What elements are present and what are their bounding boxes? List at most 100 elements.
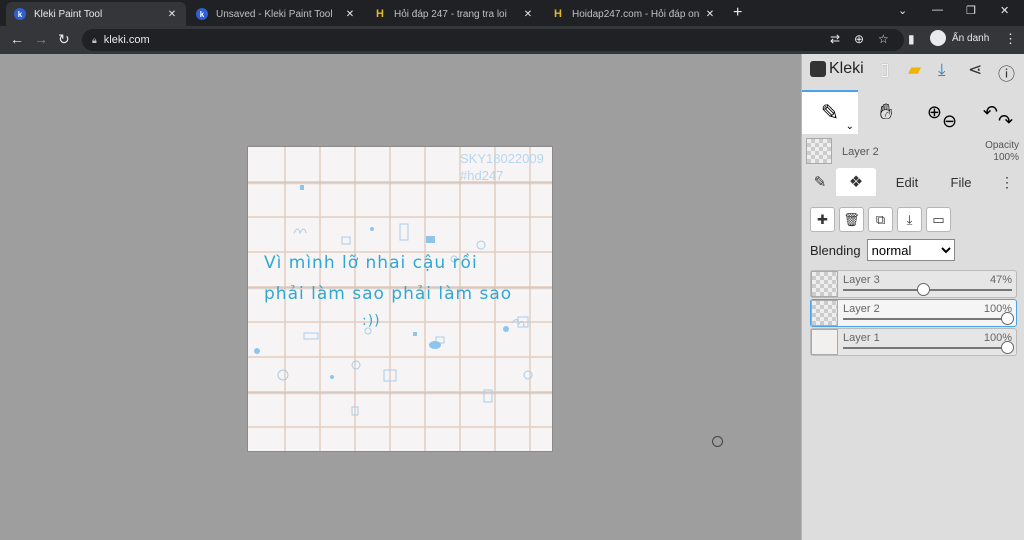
merge-down-icon: ⤓ [906,211,913,227]
tool-row: ✎ ⌄ ✋︎ ⊕ ⊖ ↶ ↷ [802,90,1024,134]
tab-unsaved-kleki[interactable]: k Unsaved - Kleki Paint Tool ✕ [188,2,364,26]
layer-thumbnail [811,271,838,297]
opacity-slider-knob[interactable] [1001,341,1014,354]
url-text: kleki.com [103,34,150,46]
doodle-fill [429,341,441,349]
back-icon[interactable]: ← [10,31,24,47]
opacity-slider-track[interactable] [843,347,1012,349]
tab-title: Hoidap247.com - Hỏi đáp online [572,8,700,20]
reload-icon[interactable]: ↻ [58,31,70,48]
merge-down-button[interactable]: ⤓ [897,207,922,232]
tab-title: Hỏi đáp 247 - trang tra loi [394,8,507,20]
new-file-icon[interactable]: ▯ [880,60,889,80]
canvas-area[interactable]: SKY18022009 #hd247 Vì mình lỡ nhai cậu r… [0,54,801,540]
tab-kleki[interactable]: k Kleki Paint Tool ✕ [6,2,186,26]
plus-icon: ✚ [817,211,828,227]
tab-file[interactable]: File [938,168,984,196]
zoom-out-icon[interactable]: ⊖ [942,111,957,132]
zoom-icon[interactable]: ⊕ [854,32,864,46]
hand-tool-button[interactable]: ✋︎ [858,90,914,134]
hoidap-favicon-icon: H [554,8,562,20]
close-tab-icon[interactable]: ✕ [344,9,356,20]
duplicate-layer-button[interactable]: ⧉ [868,207,893,232]
duplicate-icon: ⧉ [875,211,886,227]
browser-toolbar: ← → ↻ 🔒︎ kleki.com ⇄ ⊕ ☆ ▮ Ẩn danh ⋮ [0,26,1024,54]
tab-brush[interactable]: ✎ [806,168,834,196]
address-bar[interactable]: 🔒︎ kleki.com [82,29,904,51]
kleki-logo-icon [810,61,826,77]
profile-label: Ẩn danh [952,32,990,44]
layers-icon: ❖ [848,174,864,191]
help-icon[interactable]: ⓘ [998,60,1015,85]
lock-icon: 🔒︎ [92,34,97,45]
side-panel-icon[interactable]: ▮ [908,32,915,46]
tab-edit[interactable]: Edit [884,168,930,196]
rename-layer-button[interactable]: ▭ [926,207,951,232]
tab-hoidap-247[interactable]: H Hỏi đáp 247 - trang tra loi ✕ [366,2,542,26]
more-menu-icon[interactable]: ⋮ [998,168,1016,196]
close-tab-icon[interactable]: ✕ [522,9,534,20]
tab-title: Unsaved - Kleki Paint Tool [216,8,333,20]
layer-thumbnail [811,329,838,355]
browser-chrome: k Kleki Paint Tool ✕ k Unsaved - Kleki P… [0,0,1024,54]
kleki-logo: Kleki [810,60,864,78]
layer-opacity: 47% [989,274,1012,286]
bookmark-star-icon[interactable]: ☆ [878,32,889,46]
close-window-icon[interactable]: ✕ [1000,4,1009,17]
doodle-circle [277,369,289,381]
opacity-slider-knob[interactable] [1001,312,1014,325]
opacity-label: Opacity [985,140,1019,151]
opacity-slider-track[interactable] [843,318,1012,320]
current-layer-name: Layer 2 [842,146,879,158]
panel-header: Kleki ▯ ▰ ⤓ ⋖ ⓘ [802,54,1024,90]
layer-row-3[interactable]: Layer 3 47% [810,270,1017,298]
translate-icon[interactable]: ⇄ [830,32,840,46]
share-icon[interactable]: ⋖ [968,60,982,80]
redo-icon[interactable]: ↷ [998,111,1013,132]
doodle-fill [330,375,334,379]
layer-row-1[interactable]: Layer 1 100% [810,328,1017,356]
undo-icon[interactable]: ↶ [983,102,998,123]
incognito-icon [930,30,946,46]
tab-layers[interactable]: ❖ [836,168,876,196]
layer-name: Layer 2 [843,303,880,315]
incognito-profile[interactable]: Ẩn danh [930,30,989,46]
blending-label: Blending [810,242,861,258]
chevron-down-icon[interactable]: ⌄ [846,121,854,132]
restore-icon[interactable]: ❐ [966,4,976,17]
doodle-fill [370,227,374,231]
brush-tool-button[interactable]: ✎ ⌄ [802,90,858,134]
close-tab-icon[interactable]: ✕ [704,9,716,20]
opacity-value: 100% [993,152,1019,163]
doodle-bunny-ears [293,228,307,235]
doodle-circle [476,240,486,250]
logo-text: Kleki [829,60,864,77]
history-buttons: ↶ ↷ [970,90,1024,134]
delete-layer-button[interactable]: 🗑︎ [839,207,864,232]
blending-select[interactable]: normal [866,239,955,261]
forward-icon[interactable]: → [34,31,48,47]
kleki-side-panel: Kleki ▯ ▰ ⤓ ⋖ ⓘ ✎ ⌄ ✋︎ ⊕ ⊖ ↶ ↷ Layer 2 O… [801,54,1024,540]
drawing-canvas[interactable]: SKY18022009 #hd247 Vì mình lỡ nhai cậu r… [247,146,553,452]
kleki-favicon-icon: k [14,8,26,20]
download-icon[interactable]: ⤓ [938,60,946,80]
doodle-fill [503,326,509,332]
open-folder-icon[interactable]: ▰ [908,60,921,80]
browser-menu-icon[interactable]: ⋮ [1004,31,1017,47]
new-tab-button[interactable]: + [733,4,742,22]
close-tab-icon[interactable]: ✕ [166,9,178,20]
tab-hoidap247-com[interactable]: H Hoidap247.com - Hỏi đáp online ✕ [544,2,724,26]
minimize-icon[interactable]: — [932,4,943,16]
opacity-slider-knob[interactable] [917,283,931,296]
doodle-rect [341,236,351,245]
zoom-buttons: ⊕ ⊖ [914,90,970,134]
tab-search-icon[interactable]: ⌄ [898,4,907,17]
tab-title: Kleki Paint Tool [34,8,103,20]
zoom-in-icon[interactable]: ⊕ [927,102,942,123]
watermark-line1: SKY18022009 [460,151,544,166]
layer-name: Layer 3 [843,274,880,286]
layer-actions: ✚ 🗑︎ ⧉ ⤓ ▭ [810,207,951,233]
doodle-rect [303,332,319,340]
add-layer-button[interactable]: ✚ [810,207,835,232]
layer-row-2[interactable]: Layer 2 100% [810,299,1017,327]
